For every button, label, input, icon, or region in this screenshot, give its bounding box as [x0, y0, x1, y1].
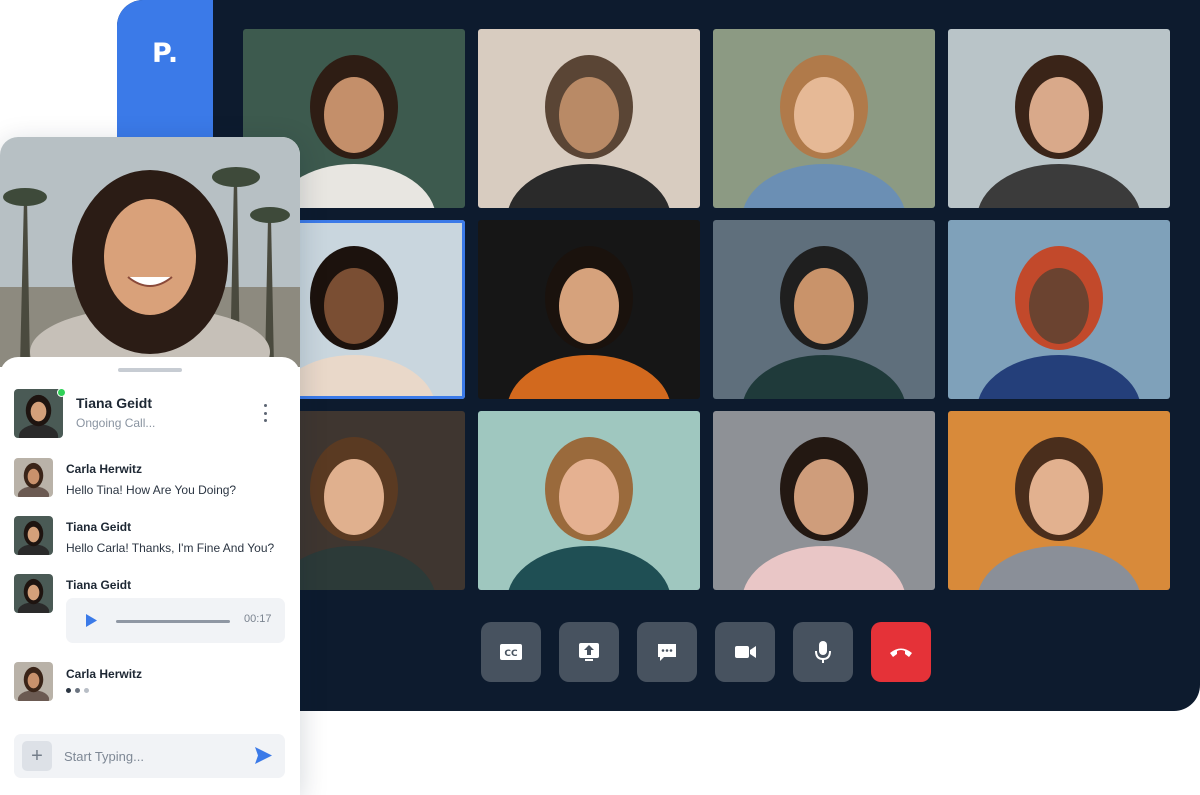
- participant-video-tile[interactable]: [478, 29, 700, 208]
- captions-button[interactable]: CC: [481, 622, 541, 682]
- message-text: Hello Tina! How Are You Doing?: [66, 483, 237, 497]
- send-icon[interactable]: [254, 746, 273, 765]
- caller-avatar: [14, 389, 63, 438]
- end-call-button[interactable]: [871, 622, 931, 682]
- message-author: Tiana Geidt: [66, 578, 132, 592]
- message-input[interactable]: [64, 743, 244, 769]
- participant-photo: [478, 29, 700, 208]
- play-icon[interactable]: [84, 613, 98, 628]
- chat-bubble-icon: [658, 644, 676, 661]
- closed-captions-icon: CC: [500, 644, 522, 660]
- message-author: Tiana Geidt: [66, 520, 132, 534]
- message-text: Hello Carla! Thanks, I'm Fine And You?: [66, 541, 275, 555]
- add-attachment-button[interactable]: +: [22, 741, 52, 771]
- participant-photo: [478, 220, 700, 399]
- message-avatar: [14, 458, 53, 497]
- participant-grid: [243, 29, 1170, 590]
- participant-photo: [948, 29, 1170, 208]
- participant-photo: [713, 29, 935, 208]
- voice-progress-track[interactable]: [116, 620, 230, 623]
- typing-indicator: [66, 688, 89, 693]
- online-status-dot: [57, 388, 66, 397]
- participant-video-tile[interactable]: [713, 220, 935, 399]
- more-options-icon[interactable]: [260, 404, 270, 422]
- participant-video-tile[interactable]: [948, 411, 1170, 590]
- caller-panel: Tiana Geidt Ongoing Call... Carla Herwit…: [0, 137, 300, 795]
- participant-video-tile[interactable]: [713, 411, 935, 590]
- share-screen-button[interactable]: [559, 622, 619, 682]
- video-camera-icon: [735, 646, 756, 658]
- voice-duration: 00:17: [244, 613, 272, 625]
- share-screen-icon: [579, 643, 599, 661]
- message-avatar: [14, 574, 53, 613]
- camera-button[interactable]: [715, 622, 775, 682]
- drag-handle[interactable]: [118, 368, 182, 372]
- participant-photo: [948, 220, 1170, 399]
- brand-logo: P.: [152, 38, 180, 69]
- chat-panel: Tiana Geidt Ongoing Call... Carla Herwit…: [0, 357, 300, 795]
- participant-video-tile[interactable]: [948, 220, 1170, 399]
- caller-name: Tiana Geidt: [76, 395, 152, 411]
- chat-button[interactable]: [637, 622, 697, 682]
- message-author: Carla Herwitz: [66, 667, 143, 681]
- participant-photo: [713, 220, 935, 399]
- microphone-button[interactable]: [793, 622, 853, 682]
- message-author: Carla Herwitz: [66, 462, 143, 476]
- participant-video-tile[interactable]: [948, 29, 1170, 208]
- participant-video-tile[interactable]: [478, 220, 700, 399]
- message-avatar: [14, 662, 53, 701]
- caller-video: [0, 137, 300, 367]
- participant-video-tile[interactable]: [478, 411, 700, 590]
- participant-photo: [713, 411, 935, 590]
- message-avatar: [14, 516, 53, 555]
- call-status: Ongoing Call...: [76, 416, 156, 430]
- call-controls: CC: [481, 622, 931, 682]
- participant-photo: [948, 411, 1170, 590]
- svg-text:CC: CC: [504, 649, 518, 659]
- participant-photo: [478, 411, 700, 590]
- message-composer: +: [14, 734, 285, 778]
- participant-video-tile[interactable]: [713, 29, 935, 208]
- microphone-icon: [815, 641, 831, 663]
- phone-hangup-icon: [890, 648, 912, 657]
- voice-message: 00:17: [66, 598, 285, 643]
